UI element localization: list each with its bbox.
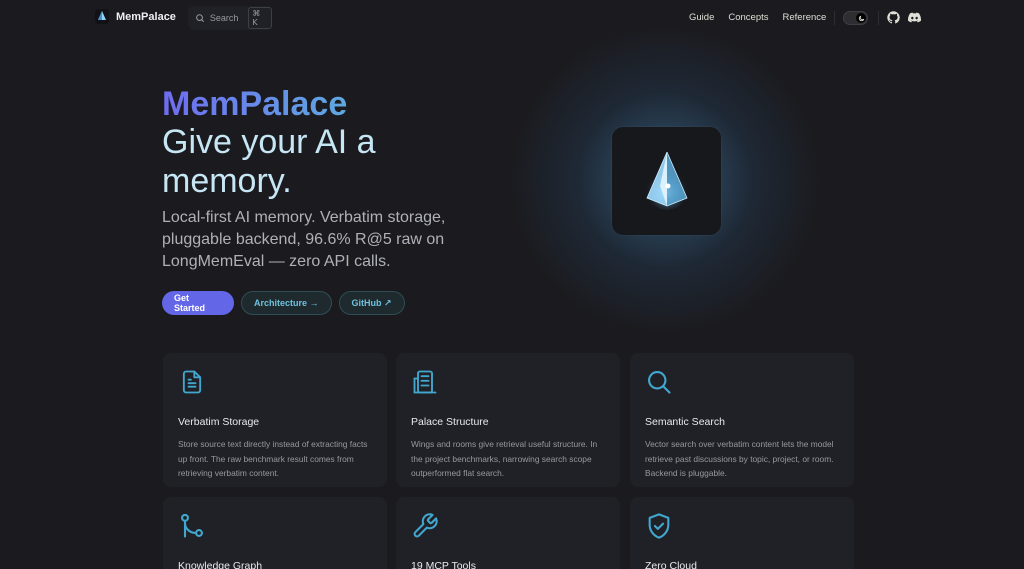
feature-title: Verbatim Storage xyxy=(178,416,260,428)
nav-link-concepts[interactable]: Concepts xyxy=(728,12,768,23)
nav-divider-2 xyxy=(878,11,879,25)
feature-card-palace[interactable]: Palace Structure Wings and rooms give re… xyxy=(396,353,620,487)
logo-icon xyxy=(95,9,109,24)
top-nav: MemPalace Search ⌘ K Guide Concepts Refe… xyxy=(0,0,1024,36)
nav-link-guide[interactable]: Guide xyxy=(689,12,714,23)
feature-title: Semantic Search xyxy=(645,416,725,428)
theme-toggle[interactable] xyxy=(843,11,868,25)
hero-name: MemPalace xyxy=(162,85,348,123)
nav-links: Guide Concepts Reference xyxy=(689,12,826,23)
feature-title: Palace Structure xyxy=(411,416,489,428)
search-icon xyxy=(648,371,671,394)
shield-check-icon xyxy=(648,513,670,539)
feature-desc: Vector search over verbatim content lets… xyxy=(645,439,834,478)
hero-tagline: Local-first AI memory. Verbatim storage,… xyxy=(162,209,446,270)
hero-actions: Get Started Architecture → GitHub ↗ xyxy=(162,291,405,315)
github-button[interactable]: GitHub ↗ xyxy=(338,291,405,315)
architecture-button[interactable]: Architecture → xyxy=(241,291,332,315)
nav-divider xyxy=(834,11,835,25)
feature-card-semantic[interactable]: Semantic Search Vector search over verba… xyxy=(630,353,854,487)
feature-card-zero-cloud[interactable]: Zero Cloud xyxy=(630,497,854,569)
brand-link[interactable]: MemPalace xyxy=(95,9,176,24)
feature-desc: Wings and rooms give retrieval useful st… xyxy=(411,439,598,478)
feature-title: Knowledge Graph xyxy=(178,560,263,569)
brand-name: MemPalace xyxy=(116,10,176,23)
search-shortcut: ⌘ K xyxy=(248,7,272,29)
feature-card-knowledge-graph[interactable]: Knowledge Graph xyxy=(163,497,387,569)
search-icon xyxy=(196,14,205,23)
github-icon[interactable] xyxy=(887,11,900,24)
nav-link-reference[interactable]: Reference xyxy=(783,12,827,23)
get-started-button[interactable]: Get Started xyxy=(162,291,234,315)
document-icon xyxy=(182,370,202,394)
git-branch-icon xyxy=(181,513,203,538)
feature-desc: Store source text directly instead of ex… xyxy=(178,439,368,478)
hero-crystal-image xyxy=(612,127,721,235)
discord-icon[interactable] xyxy=(908,11,921,24)
hero-text: Give your AI a memory. xyxy=(162,123,376,200)
search-button[interactable]: Search ⌘ K xyxy=(188,6,272,30)
feature-card-mcp-tools[interactable]: 19 MCP Tools xyxy=(396,497,620,569)
wrench-icon xyxy=(413,513,438,538)
building-icon xyxy=(413,370,437,394)
moon-icon xyxy=(856,13,866,23)
feature-card-verbatim[interactable]: Verbatim Storage Store source text direc… xyxy=(163,353,387,487)
search-label: Search xyxy=(209,13,239,23)
feature-title: 19 MCP Tools xyxy=(411,560,476,569)
feature-title: Zero Cloud xyxy=(645,560,697,569)
